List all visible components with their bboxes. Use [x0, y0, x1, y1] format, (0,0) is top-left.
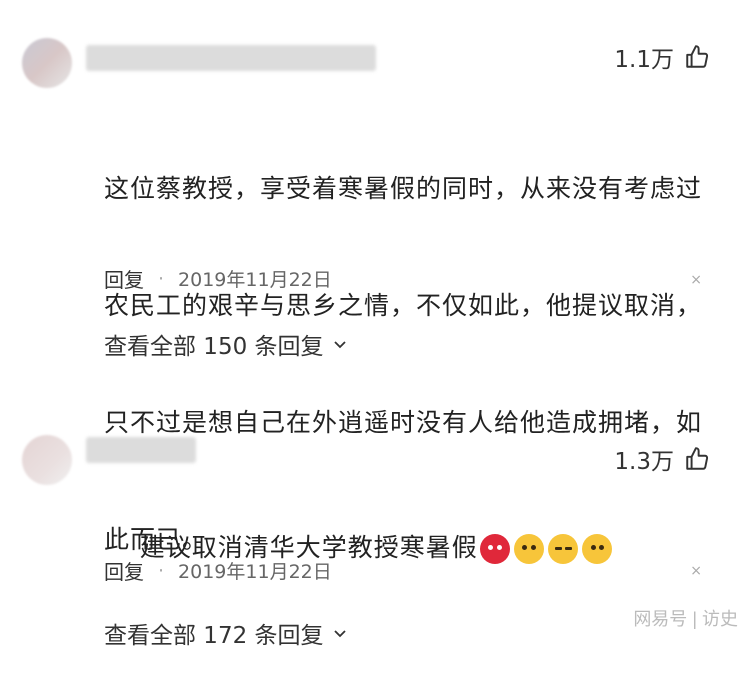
- user-name-blurred[interactable]: [86, 45, 376, 71]
- comment-date: 2019年11月22日: [178, 561, 332, 583]
- view-replies-label: 查看全部 150 条回复: [104, 334, 324, 360]
- comment-text-line: 这位蔡教授，享受着寒暑假的同时，从来没有考虑过: [104, 174, 703, 203]
- close-icon[interactable]: ×: [690, 272, 702, 288]
- separator-dot: ·: [158, 559, 165, 582]
- like-button[interactable]: 1.1万: [614, 40, 710, 74]
- thumbs-up-icon: [686, 447, 709, 470]
- view-replies-label: 查看全部 172 条回复: [104, 623, 324, 649]
- smug-emoji-icon: [547, 534, 578, 564]
- comment-date: 2019年11月22日: [178, 269, 332, 291]
- user-name-blurred[interactable]: [86, 437, 196, 463]
- view-replies-button[interactable]: 查看全部 172 条回复: [104, 616, 348, 650]
- like-count: 1.3万: [614, 449, 674, 475]
- like-button[interactable]: 1.3万: [614, 442, 710, 476]
- comment-text: 建议取消清华大学教授寒暑假: [104, 489, 714, 606]
- chevron-down-icon: [333, 341, 346, 349]
- angry-red-emoji-icon: [479, 534, 510, 564]
- avatar[interactable]: [22, 435, 72, 485]
- surprised-emoji-icon: [581, 534, 612, 564]
- comment-text-line: 只不过是想自己在外逍遥时没有人给他造成拥堵，如: [104, 408, 703, 437]
- avatar[interactable]: [22, 38, 72, 88]
- view-replies-button[interactable]: 查看全部 150 条回复: [104, 327, 348, 361]
- watermark: 网易号 | 访史: [633, 609, 738, 629]
- chevron-down-icon: [333, 630, 346, 638]
- reply-button[interactable]: 回复: [104, 556, 144, 585]
- comment-meta: 回复 · 2019年11月22日: [104, 556, 332, 585]
- comment-meta: 回复 · 2019年11月22日: [104, 264, 332, 293]
- close-icon[interactable]: ×: [690, 563, 702, 579]
- facepalm-emoji-icon: [513, 534, 544, 564]
- emoji-row: [479, 534, 612, 564]
- reply-button[interactable]: 回复: [104, 264, 144, 293]
- like-count: 1.1万: [614, 47, 674, 73]
- separator-dot: ·: [158, 267, 165, 290]
- thumbs-up-icon: [686, 45, 709, 68]
